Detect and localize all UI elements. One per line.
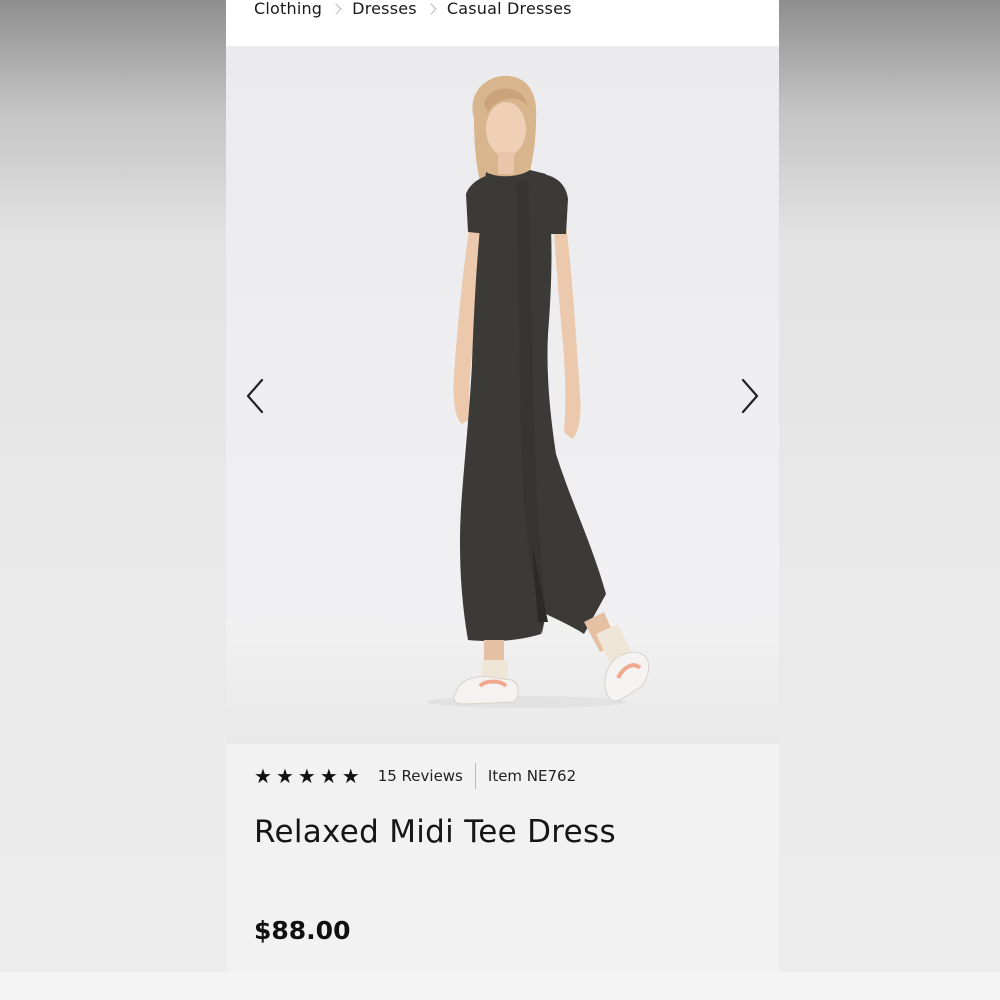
breadcrumb-separator-icon: [330, 3, 342, 15]
star-icon: ★: [341, 764, 360, 788]
breadcrumb-casual-dresses[interactable]: Casual Dresses: [447, 0, 572, 18]
product-image-gallery[interactable]: [226, 46, 779, 744]
star-rating[interactable]: ★ ★ ★ ★ ★: [254, 766, 360, 786]
rating-row: ★ ★ ★ ★ ★ 15 Reviews Item NE762: [254, 763, 577, 789]
star-icon: ★: [297, 764, 316, 788]
reviews-link[interactable]: 15 Reviews: [378, 767, 463, 785]
star-icon: ★: [319, 764, 338, 788]
product-price: $88.00: [254, 916, 351, 945]
star-icon: ★: [275, 764, 294, 788]
background-left: [0, 0, 226, 972]
breadcrumb: Clothing Dresses Casual Dresses: [226, 0, 779, 46]
background-bottom: [0, 972, 1000, 1000]
star-icon: ★: [254, 764, 272, 788]
product-info: ★ ★ ★ ★ ★ 15 Reviews Item NE762 Relaxed …: [226, 744, 779, 972]
background-right: [779, 0, 1000, 972]
chevron-left-icon[interactable]: [242, 376, 272, 416]
item-code: Item NE762: [487, 767, 577, 785]
product-photo: [426, 75, 650, 708]
chevron-right-icon[interactable]: [733, 376, 763, 416]
breadcrumb-clothing[interactable]: Clothing: [254, 0, 322, 18]
product-page: Clothing Dresses Casual Dresses ★ ★ ★ ★ …: [226, 0, 779, 972]
divider: [474, 763, 476, 789]
breadcrumb-dresses[interactable]: Dresses: [352, 0, 417, 18]
product-title: Relaxed Midi Tee Dress: [254, 814, 616, 850]
breadcrumb-separator-icon: [425, 3, 437, 15]
